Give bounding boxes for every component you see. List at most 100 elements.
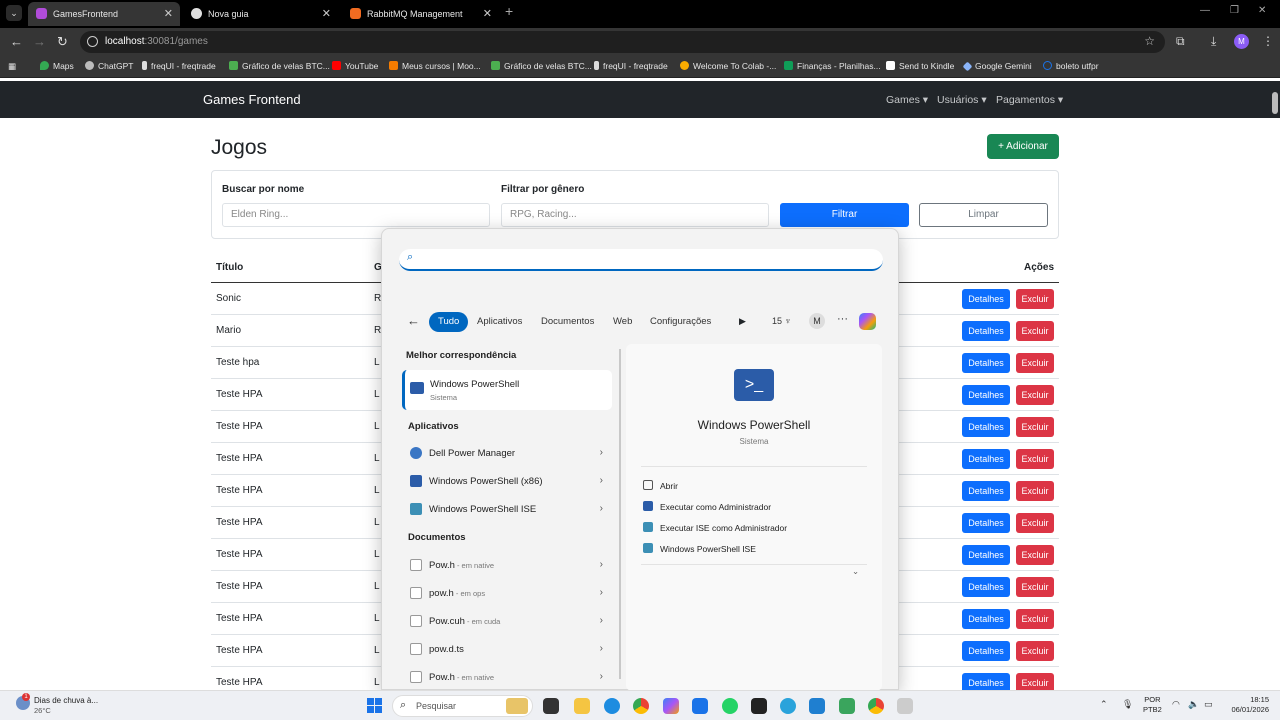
details-button[interactable]: Detalhes [962, 353, 1010, 373]
name-search-input[interactable]: Elden Ring... [222, 203, 490, 227]
chrome-icon[interactable] [633, 698, 649, 714]
close-icon[interactable]: ✕ [322, 2, 331, 26]
outlook-icon[interactable] [692, 698, 708, 714]
filter-pill-aplicativos[interactable]: Aplicativos [477, 312, 522, 332]
delete-button[interactable]: Excluir [1016, 321, 1054, 341]
bookmark-star-icon[interactable]: ☆ [1144, 34, 1155, 48]
bookmark-item[interactable]: Gráfico de velas BTC... [491, 61, 592, 71]
close-window-icon[interactable]: ✕ [1258, 5, 1266, 16]
details-button[interactable]: Detalhes [962, 481, 1010, 501]
delete-button[interactable]: Excluir [1016, 353, 1054, 373]
tab-nova-guia[interactable]: Nova guia ✕ [183, 2, 338, 26]
delete-button[interactable]: Excluir [1016, 289, 1054, 309]
bookmark-item[interactable]: Maps [40, 61, 74, 71]
filter-pill-web[interactable]: Web [613, 312, 632, 332]
reload-icon[interactable]: ↻ [57, 34, 68, 50]
delete-button[interactable]: Excluir [1016, 577, 1054, 597]
delete-button[interactable]: Excluir [1016, 385, 1054, 405]
delete-button[interactable]: Excluir [1016, 641, 1054, 661]
microphone-icon[interactable]: 🎙 [1122, 699, 1133, 710]
bookmark-item[interactable]: Finanças - Planilhas... [784, 61, 881, 71]
genre-filter-input[interactable]: RPG, Racing... [501, 203, 769, 227]
chevron-right-icon[interactable]: › [600, 475, 603, 486]
delete-button[interactable]: Excluir [1016, 545, 1054, 565]
details-button[interactable]: Detalhes [962, 545, 1010, 565]
document-result-item[interactable]: Pow.h - em native › [408, 558, 603, 574]
close-icon[interactable]: ✕ [483, 2, 492, 26]
bookmark-item[interactable]: Gráfico de velas BTC... [229, 61, 330, 71]
apps-grid-icon[interactable]: ▦ [8, 61, 16, 72]
taskbar-search-box[interactable]: ⌕ Pesquisar [392, 695, 533, 717]
details-button[interactable]: Detalhes [962, 385, 1010, 405]
bookmark-item[interactable]: Meus cursos | Moo... [389, 61, 481, 71]
clear-button[interactable]: Limpar [919, 203, 1048, 227]
nav-usuarios-dropdown[interactable]: Usuários ▾ [937, 94, 987, 106]
whatsapp-icon[interactable] [722, 698, 738, 714]
close-icon[interactable]: ✕ [164, 2, 173, 26]
document-result-item[interactable]: pow.d.ts › [408, 642, 603, 658]
chevron-right-icon[interactable]: › [600, 615, 603, 626]
nav-pagamentos-dropdown[interactable]: Pagamentos ▾ [996, 94, 1063, 106]
vscode-icon[interactable] [809, 698, 825, 714]
details-button[interactable]: Detalhes [962, 513, 1010, 533]
bookmark-item[interactable]: YouTube [332, 61, 378, 71]
nav-games-dropdown[interactable]: Games ▾ [886, 94, 928, 106]
tab-search-button[interactable]: ⌄ [6, 5, 22, 21]
delete-button[interactable]: Excluir [1016, 513, 1054, 533]
system-clock[interactable]: 18:15 06/01/2026 [1224, 695, 1269, 715]
details-button[interactable]: Detalhes [962, 417, 1010, 437]
details-button[interactable]: Detalhes [962, 321, 1010, 341]
details-button[interactable]: Detalhes [962, 289, 1010, 309]
restore-icon[interactable]: ❐ [1230, 5, 1239, 16]
copilot-icon[interactable] [859, 313, 876, 330]
action-powershell-ise[interactable]: Windows PowerShell ISE [643, 543, 756, 554]
page-scrollbar[interactable] [1272, 92, 1278, 114]
rewards-points[interactable]: 15 ♆ [772, 316, 791, 326]
document-result-item[interactable]: Pow.cuh - em cuda › [408, 614, 603, 630]
language-indicator[interactable]: POR PTB2 [1143, 695, 1162, 715]
results-scrollbar[interactable] [619, 349, 621, 679]
details-button[interactable]: Detalhes [962, 577, 1010, 597]
add-game-button[interactable]: + Adicionar [987, 134, 1059, 159]
filter-pill-documentos[interactable]: Documentos [541, 312, 594, 332]
back-arrow-icon[interactable]: ← [407, 313, 420, 328]
back-icon[interactable]: ← [10, 34, 23, 49]
chevron-right-icon[interactable]: › [600, 447, 603, 458]
delete-button[interactable]: Excluir [1016, 481, 1054, 501]
app-result-item[interactable]: Windows PowerShell ISE › [408, 502, 603, 518]
details-button[interactable]: Detalhes [962, 609, 1010, 629]
snipping-tool-icon[interactable] [897, 698, 913, 714]
action-open[interactable]: Abrir [643, 480, 678, 491]
extensions-icon[interactable]: ⧉ [1176, 34, 1185, 49]
app-result-item[interactable]: Windows PowerShell (x86) › [408, 474, 603, 490]
bookmark-item[interactable]: freqUI - freqtrade [142, 61, 216, 71]
bookmark-item[interactable]: Welcome To Colab -... [680, 61, 776, 71]
action-run-ise-as-admin[interactable]: Executar ISE como Administrador [643, 522, 787, 533]
copilot-icon[interactable] [663, 698, 679, 714]
more-options-icon[interactable]: ··· [837, 313, 848, 325]
chevron-right-icon[interactable]: › [600, 503, 603, 514]
filter-pill-tudo[interactable]: Tudo [429, 312, 469, 332]
chevron-up-icon[interactable]: ⌃ [1100, 699, 1108, 710]
details-button[interactable]: Detalhes [962, 449, 1010, 469]
filter-button[interactable]: Filtrar [780, 203, 909, 227]
minimize-icon[interactable]: — [1200, 5, 1210, 16]
app-result-item[interactable]: Dell Power Manager › [408, 446, 603, 462]
chevron-right-icon[interactable]: › [600, 671, 603, 682]
chevron-right-icon[interactable]: › [600, 643, 603, 654]
menu-dots-icon[interactable]: ⋮ [1262, 34, 1274, 48]
play-icon[interactable]: ▶ [739, 316, 746, 327]
chevron-right-icon[interactable]: › [600, 587, 603, 598]
chevron-down-icon[interactable]: ⌄ [852, 566, 859, 577]
tab-rabbitmq[interactable]: RabbitMQ Management ✕ [342, 2, 499, 26]
document-result-item[interactable]: Pow.h - em native › [408, 670, 603, 686]
start-search-input[interactable]: ⌕ [399, 249, 883, 271]
bookmark-item[interactable]: Google Gemini [962, 61, 1032, 72]
action-run-as-admin[interactable]: Executar como Administrador [643, 501, 771, 512]
battery-icon[interactable]: ▭ [1204, 699, 1213, 710]
site-info-icon[interactable] [87, 36, 98, 47]
bookmark-item[interactable]: freqUI - freqtrade [594, 61, 668, 71]
filter-pill-configuracoes[interactable]: Configurações [650, 312, 711, 332]
delete-button[interactable]: Excluir [1016, 449, 1054, 469]
edge-icon[interactable] [604, 698, 620, 714]
